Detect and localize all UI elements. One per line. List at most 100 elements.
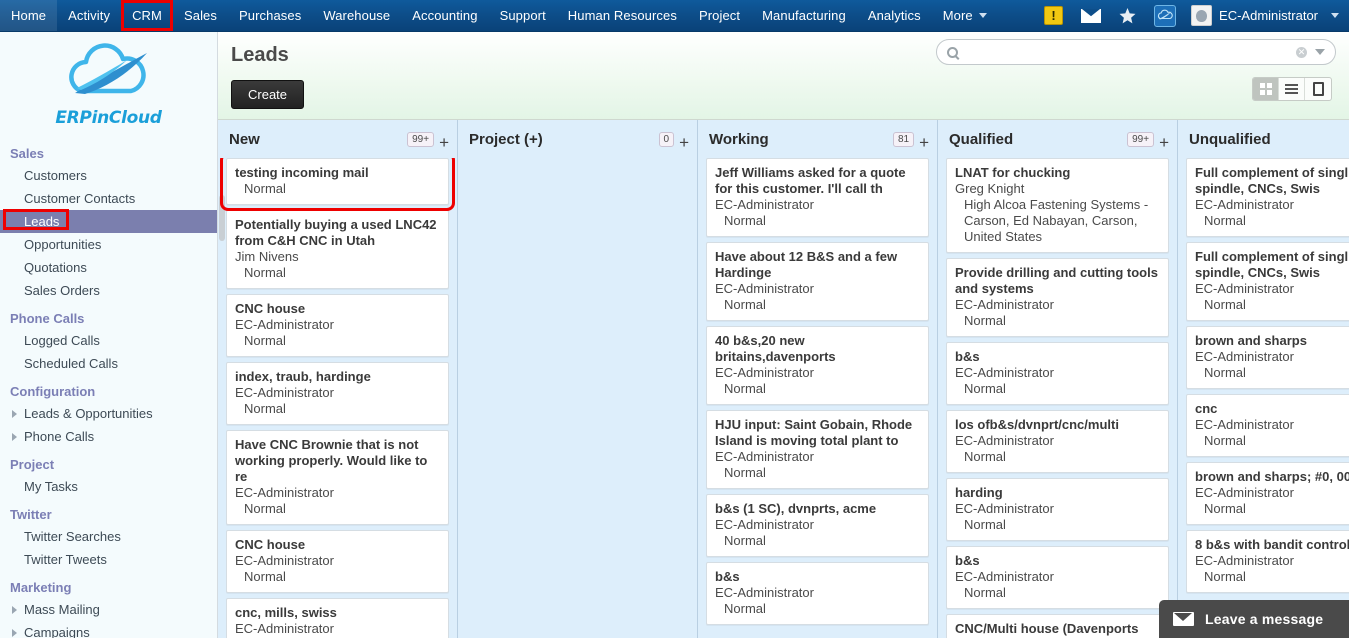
sidebar-item-quotations[interactable]: Quotations xyxy=(0,256,217,279)
nav-item-label: Warehouse xyxy=(323,8,391,23)
chevron-right-icon xyxy=(12,409,17,418)
cloud-app-glyph xyxy=(1154,4,1177,27)
mail-icon[interactable] xyxy=(1072,0,1110,31)
kanban-card[interactable]: index, traub, hardinge EC-Administrator No… xyxy=(226,362,449,425)
sidebar-item-label: Quotations xyxy=(24,260,87,275)
sidebar-item-sales-orders[interactable]: Sales Orders xyxy=(0,279,217,302)
kanban-card[interactable]: Potentially buying a used LNC42 from C&H… xyxy=(226,210,449,289)
kanban-card[interactable]: Provide drilling and cutting tools and s… xyxy=(946,258,1169,337)
sidebar-item-phone-calls[interactable]: Phone Calls xyxy=(0,425,217,448)
kanban-card[interactable]: CNC/Multi house (Davenports xyxy=(946,614,1169,638)
nav-item-crm[interactable]: CRM xyxy=(121,0,173,31)
kanban-card-contact: EC-Administrator xyxy=(1195,197,1294,212)
warning-badge-icon[interactable]: ! xyxy=(1035,0,1072,31)
leave-a-message-chat-widget[interactable]: Leave a message xyxy=(1159,600,1349,638)
search-bar[interactable]: ✕ xyxy=(936,39,1336,65)
search-dropdown-chevron-icon[interactable] xyxy=(1315,49,1325,55)
star-icon[interactable] xyxy=(1110,0,1145,31)
kanban-column-body: testing incoming mail Normal Potentially b… xyxy=(218,158,457,638)
nav-item-more[interactable]: More xyxy=(932,0,998,31)
sidebar-item-leads[interactable]: Leads xyxy=(0,210,217,233)
kanban-card[interactable]: Full complement of singl multi-spindle, … xyxy=(1186,242,1349,321)
kanban-column-title[interactable]: New xyxy=(229,131,407,148)
sidebar-item-opportunities[interactable]: Opportunities xyxy=(0,233,217,256)
sidebar-item-twitter-tweets[interactable]: Twitter Tweets xyxy=(0,548,217,571)
app-logo[interactable]: ERPinCloud xyxy=(0,32,217,137)
clear-search-icon[interactable]: ✕ xyxy=(1296,46,1307,58)
nav-item-activity[interactable]: Activity xyxy=(57,0,121,31)
kanban-card[interactable]: cnc, mills, swissEC-AdministratorNormal xyxy=(226,598,449,638)
sidebar-item-mass-mailing[interactable]: Mass Mailing xyxy=(0,598,217,621)
kanban-card[interactable]: b&s EC-Administrator Normal xyxy=(946,342,1169,405)
kanban-card[interactable]: Full complement of singl multi-spindle, … xyxy=(1186,158,1349,237)
sidebar-item-scheduled-calls[interactable]: Scheduled Calls xyxy=(0,352,217,375)
kanban-column-title[interactable]: Project (+) xyxy=(469,131,659,148)
sidebar-item-logged-calls[interactable]: Logged Calls xyxy=(0,329,217,352)
sidebar-item-my-tasks[interactable]: My Tasks xyxy=(0,475,217,498)
nav-item-analytics[interactable]: Analytics xyxy=(857,0,932,31)
kanban-card[interactable]: los ofb&s/dvnprt/cnc/multi EC-Administrat… xyxy=(946,410,1169,473)
kanban-card-meta: Normal xyxy=(244,569,286,584)
sidebar-item-customer-contacts[interactable]: Customer Contacts xyxy=(0,187,217,210)
nav-item-purchases[interactable]: Purchases xyxy=(228,0,312,31)
kanban-column-add-button[interactable]: + xyxy=(1159,127,1169,151)
nav-item-accounting[interactable]: Accounting xyxy=(401,0,488,31)
view-list-button[interactable] xyxy=(1279,78,1305,100)
kanban-card[interactable]: cnc EC-Administrator Normal xyxy=(1186,394,1349,457)
kanban-card[interactable]: LNAT for chucking Greg Knight High Alcoa F… xyxy=(946,158,1169,253)
kanban-card-meta: Normal xyxy=(964,585,1006,600)
nav-item-warehouse[interactable]: Warehouse xyxy=(312,0,401,31)
kanban-card[interactable]: Have about 12 B&S and a few Hardinge EC-A… xyxy=(706,242,929,321)
kanban-card[interactable]: b&s EC-Administrator Normal xyxy=(706,562,929,625)
kanban-card-meta: Normal xyxy=(244,181,286,196)
nav-item-manufacturing[interactable]: Manufacturing xyxy=(751,0,857,31)
kanban-card[interactable]: HJU input: Saint Gobain, Rhode Island is… xyxy=(706,410,929,489)
kanban-card[interactable]: 40 b&s,20 new britains,davenports EC-Admi… xyxy=(706,326,929,405)
kanban-card[interactable]: brown and sharps; #0, 00 2G'sEC-Administ… xyxy=(1186,462,1349,525)
kanban-card-contact: EC-Administrator xyxy=(955,297,1054,312)
kanban-card[interactable]: testing incoming mail Normal xyxy=(220,158,455,211)
nav-item-sales[interactable]: Sales xyxy=(173,0,228,31)
kanban-card[interactable]: CNC house EC-Administrator Normal xyxy=(226,294,449,357)
kanban-card[interactable]: 8 b&s with bandit control EC-Administrato… xyxy=(1186,530,1349,593)
chevron-down-icon xyxy=(978,13,987,18)
kanban-card[interactable]: Have CNC Brownie that is not working pro… xyxy=(226,430,449,525)
warning-badge-glyph: ! xyxy=(1044,6,1064,25)
user-menu[interactable]: EC-Administrator xyxy=(1185,0,1349,31)
nav-item-home[interactable]: Home xyxy=(0,0,58,31)
kanban-column-title[interactable]: Unqualified xyxy=(1189,131,1349,148)
cloud-app-icon[interactable] xyxy=(1145,0,1185,31)
kanban-card[interactable]: brown and sharps EC-Administrator Normal xyxy=(1186,326,1349,389)
avatar-silhouette xyxy=(1196,9,1208,22)
view-form-button[interactable] xyxy=(1305,78,1331,100)
kanban-column-count-badge: 81 xyxy=(892,131,915,147)
kanban-column-add-button[interactable]: + xyxy=(439,127,449,151)
sidebar-item-customers[interactable]: Customers xyxy=(0,164,217,187)
kanban-card[interactable]: b&s (1 SC), dvnprts, acme EC-Administrato… xyxy=(706,494,929,557)
nav-item-project[interactable]: Project xyxy=(688,0,751,31)
nav-item-human-resources[interactable]: Human Resources xyxy=(557,0,688,31)
search-input[interactable] xyxy=(965,44,1296,60)
kanban-card-title: los ofb&s/dvnprt/cnc/multi xyxy=(955,417,1119,432)
kanban-card[interactable]: harding EC-Administrator Normal xyxy=(946,478,1169,541)
sidebar-group-title: Configuration xyxy=(10,384,96,399)
kanban-column-working: Working 81 + Jeff Williams asked for a quot… xyxy=(698,120,938,638)
sidebar-group-title: Twitter xyxy=(10,507,52,522)
kanban-column-scrollbar[interactable] xyxy=(219,195,225,241)
kanban-card[interactable]: CNC house EC-Administrator Normal xyxy=(226,530,449,593)
sidebar-item-leads-opportunities[interactable]: Leads & Opportunities xyxy=(0,402,217,425)
kanban-card-title: Jeff Williams asked for a quote for this… xyxy=(715,165,906,196)
create-button[interactable]: Create xyxy=(231,80,305,109)
kanban-card[interactable]: Jeff Williams asked for a quote for this… xyxy=(706,158,929,237)
view-kanban-button[interactable] xyxy=(1253,78,1279,100)
sidebar-item-twitter-searches[interactable]: Twitter Searches xyxy=(0,525,217,548)
kanban-column-add-button[interactable]: + xyxy=(919,127,929,151)
sidebar-item-campaigns[interactable]: Campaigns xyxy=(0,621,217,638)
kanban-card[interactable]: b&s EC-Administrator Normal xyxy=(946,546,1169,609)
nav-item-support[interactable]: Support xyxy=(489,0,557,31)
kanban-card-meta: Normal xyxy=(1204,213,1246,228)
sidebar-item-label: Scheduled Calls xyxy=(24,356,118,371)
kanban-column-title[interactable]: Working xyxy=(709,131,893,148)
kanban-column-add-button[interactable]: + xyxy=(679,127,689,151)
kanban-column-title[interactable]: Qualified xyxy=(949,131,1127,148)
